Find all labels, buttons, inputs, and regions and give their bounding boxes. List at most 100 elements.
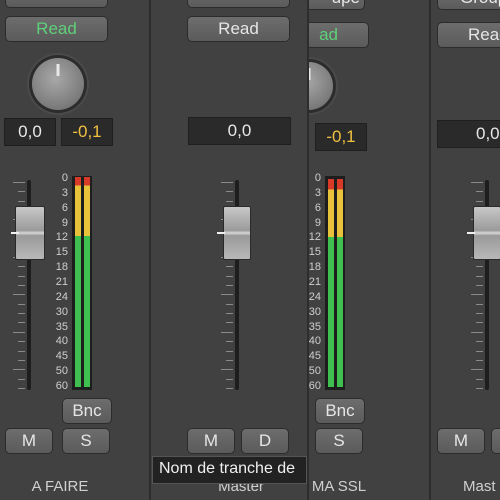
meter-scale-label: 18 [55, 261, 68, 274]
bounce-button[interactable]: Bnc [315, 398, 365, 424]
fader-tick [18, 359, 25, 361]
meter-scale-label: 15 [55, 246, 68, 259]
channel-strip-ma-ssl: upe ad -0,1 0 3 6 9 12 15 18 21 24 30 35 40 45 50 60 B… [309, 0, 429, 500]
fader-tick [13, 182, 25, 183]
volume-fader[interactable] [15, 206, 45, 260]
fader-tick [18, 341, 25, 343]
fader-tick [471, 369, 483, 371]
volume-readout[interactable]: 0,0 [4, 118, 56, 146]
channel-name-tooltip: Nom de tranche de [152, 456, 307, 484]
group-button[interactable]: Group [437, 0, 500, 10]
volume-readout[interactable]: 0,0 [188, 117, 291, 145]
pan-knob[interactable] [309, 62, 333, 110]
fader-tick [18, 191, 25, 193]
dim-button[interactable]: D [241, 428, 289, 454]
meter-scale-label: 50 [55, 365, 68, 378]
automation-mode-button[interactable]: Read [5, 16, 108, 42]
fader-tick [476, 388, 483, 389]
meter-scale-label: 18 [309, 261, 321, 274]
fader-tick [471, 182, 483, 183]
fader-tick [226, 322, 233, 324]
fader-tick [226, 350, 233, 352]
fader-tick [226, 266, 233, 268]
dim-button[interactable] [491, 428, 500, 454]
meter-scale-label: 3 [314, 186, 321, 199]
mute-button[interactable]: M [5, 428, 53, 454]
meter-left-channel [328, 179, 334, 387]
fader-tick [471, 294, 483, 296]
automation-mode-button[interactable]: ad [309, 22, 369, 48]
group-button[interactable]: upe [309, 0, 365, 10]
group-button[interactable] [5, 0, 108, 8]
fader-zero-line [467, 232, 475, 234]
fader-zero-line [217, 232, 225, 234]
fader-tick [18, 313, 25, 315]
fader-tick [18, 275, 25, 277]
meter-scale-label: 45 [309, 350, 321, 363]
fader-tick [476, 200, 483, 202]
channel-strip-master-partial: Group Read 0,0 M Mast [431, 0, 500, 500]
fader-tick [226, 200, 233, 202]
channel-strip-a-faire: Read 0,0 -0,1 0 3 6 9 12 15 18 21 24 30 35 40 45 50 60… [0, 0, 150, 500]
meter-scale-label: 6 [61, 201, 68, 214]
fader-tick [476, 275, 483, 277]
fader-tick [476, 266, 483, 268]
fader-tick [226, 191, 233, 193]
fader-tick [18, 322, 25, 324]
fader-tick [13, 331, 25, 333]
mute-button[interactable]: M [187, 428, 235, 454]
bounce-button[interactable]: Bnc [62, 398, 112, 424]
meter-scale-label: 0 [314, 172, 321, 184]
channel-name[interactable]: Mast [435, 478, 500, 495]
fader-tick [18, 266, 25, 268]
meter-scale-label: 9 [61, 216, 68, 229]
meter-left-channel [75, 177, 81, 387]
channel-name[interactable]: A FAIRE [0, 478, 120, 495]
fader-tick [226, 275, 233, 277]
fader-tick [18, 200, 25, 202]
fader-tick [476, 285, 483, 286]
meter-scale-label: 35 [309, 320, 321, 333]
fader-tick [18, 378, 25, 380]
fader-tick [476, 191, 483, 193]
channel-name[interactable]: MA SSL [309, 478, 399, 495]
solo-button[interactable]: S [62, 428, 110, 454]
meter-scale-label: 0 [61, 172, 68, 184]
meter-scale-label: 15 [309, 246, 321, 259]
fader-tick [476, 313, 483, 315]
volume-fader[interactable] [473, 206, 500, 260]
fader-tick [476, 350, 483, 352]
fader-tick [226, 303, 233, 305]
peak-readout[interactable]: -0,1 [61, 118, 113, 146]
fader-tick [471, 331, 483, 333]
meter-scale-label: 9 [314, 216, 321, 229]
fader-tick [226, 285, 233, 286]
volume-readout[interactable]: 0,0 [437, 120, 500, 148]
meter-scale-label: 24 [309, 290, 321, 303]
meter-scale-label: 3 [61, 186, 68, 199]
fader-tick [226, 341, 233, 343]
meter-scale-label: 60 [55, 380, 68, 392]
meter-scale-label: 12 [55, 231, 68, 244]
fader-tick [226, 359, 233, 361]
fader-tick [18, 285, 25, 286]
meter-scale-label: 6 [314, 201, 321, 214]
solo-button[interactable]: S [315, 428, 363, 454]
fader-tick [226, 388, 233, 389]
fader-tick [221, 331, 233, 333]
automation-mode-button[interactable]: Read [187, 16, 290, 42]
meter-scale-label: 30 [309, 305, 321, 318]
meter-scale-label: 40 [55, 335, 68, 348]
volume-fader[interactable] [223, 206, 251, 260]
pan-knob[interactable] [32, 58, 84, 110]
mute-button[interactable]: M [437, 428, 485, 454]
fader-tick [221, 369, 233, 371]
fader-tick [476, 322, 483, 324]
group-button[interactable] [187, 0, 290, 8]
peak-readout[interactable]: -0,1 [315, 123, 367, 151]
fader-tick [13, 369, 25, 371]
meter-scale-label: 45 [55, 350, 68, 363]
fader-tick [13, 294, 25, 296]
fader-tick [18, 350, 25, 352]
automation-mode-button[interactable]: Read [437, 22, 500, 48]
